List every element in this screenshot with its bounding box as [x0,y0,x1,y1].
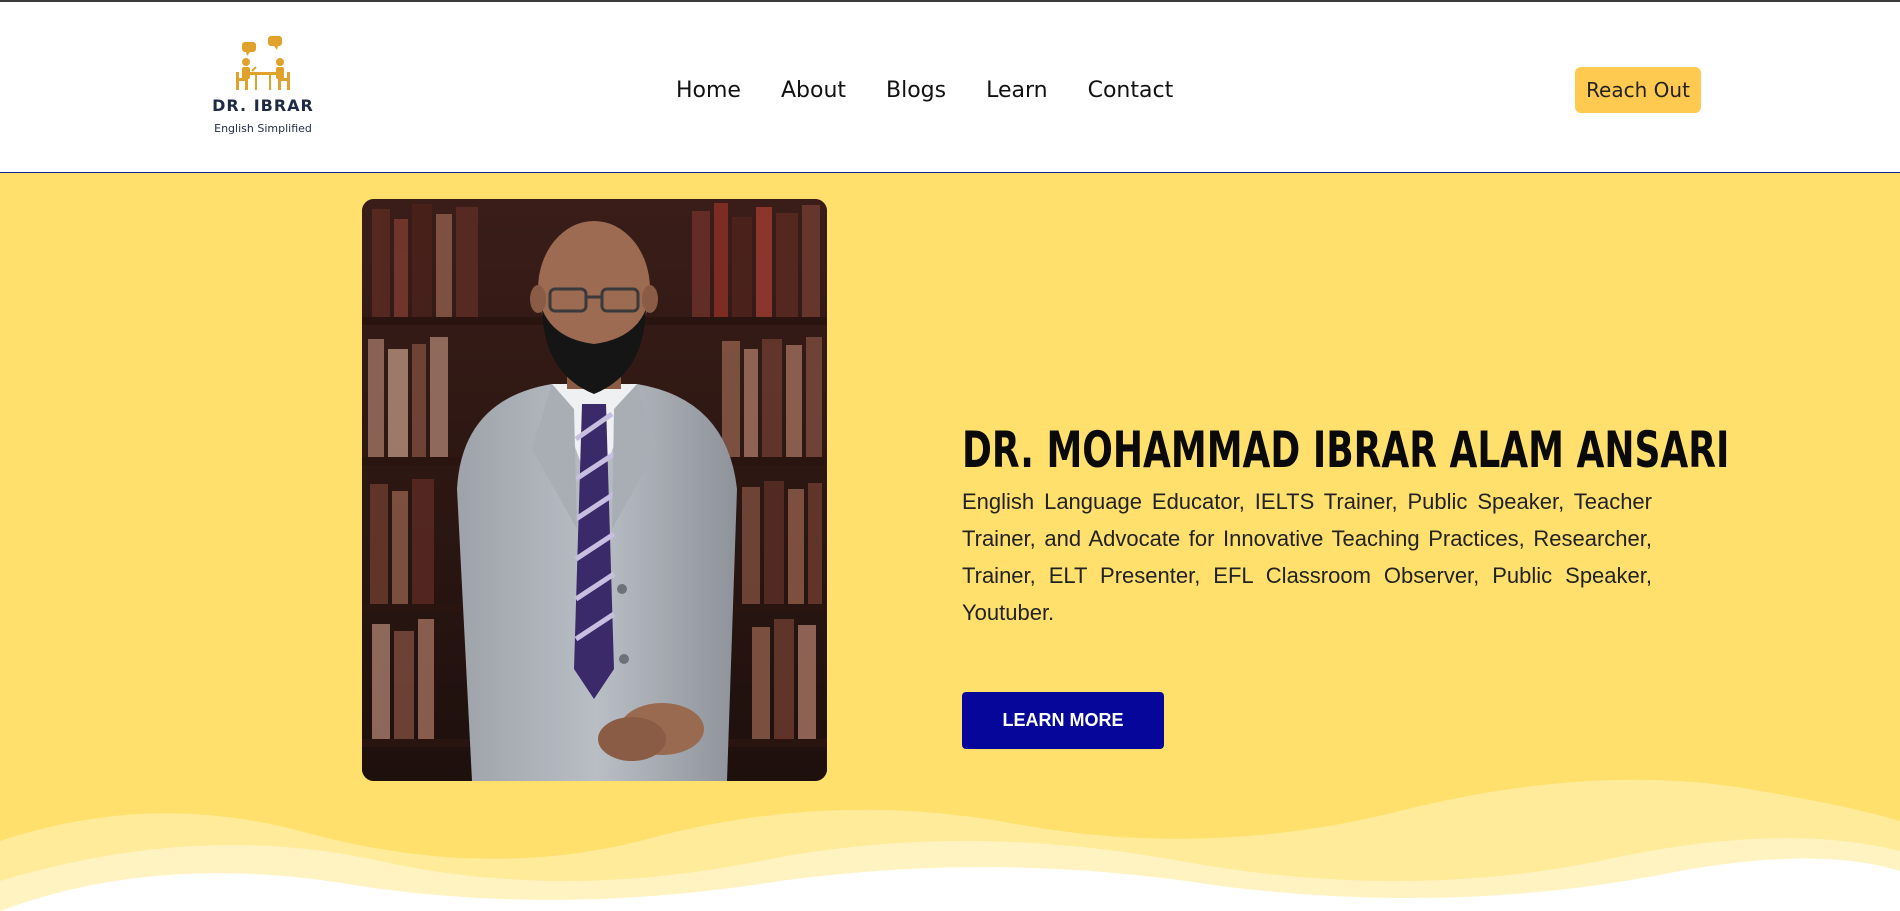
hero-section: DR. MOHAMMAD IBRAR ALAM ANSARI English L… [0,173,1900,911]
nav-item-about[interactable]: About [781,78,846,103]
site-header: DR. IBRAR English Simplified Home About … [0,2,1900,173]
logo-title: DR. IBRAR [212,96,314,115]
logo[interactable]: DR. IBRAR English Simplified [208,34,318,144]
tutor-student-desk-icon [236,36,290,90]
main-nav: Home About Blogs Learn Contact [676,72,1173,108]
page: DR. IBRAR English Simplified Home About … [0,0,1900,911]
nav-item-contact[interactable]: Contact [1088,78,1174,103]
hero-description: English Language Educator, IELTS Trainer… [962,489,1652,625]
nav-item-blogs[interactable]: Blogs [886,78,946,103]
portrait-illustration [362,199,827,781]
nav-item-learn[interactable]: Learn [986,78,1048,103]
learn-more-button[interactable]: LEARN MORE [962,692,1164,749]
reach-out-button[interactable]: Reach Out [1575,67,1701,113]
portrait-photo [362,199,827,781]
nav-item-home[interactable]: Home [676,78,741,103]
logo-subtitle: English Simplified [214,122,312,135]
hero-title: DR. MOHAMMAD IBRAR ALAM ANSARI [962,420,1730,479]
decorative-waves [0,779,1900,911]
